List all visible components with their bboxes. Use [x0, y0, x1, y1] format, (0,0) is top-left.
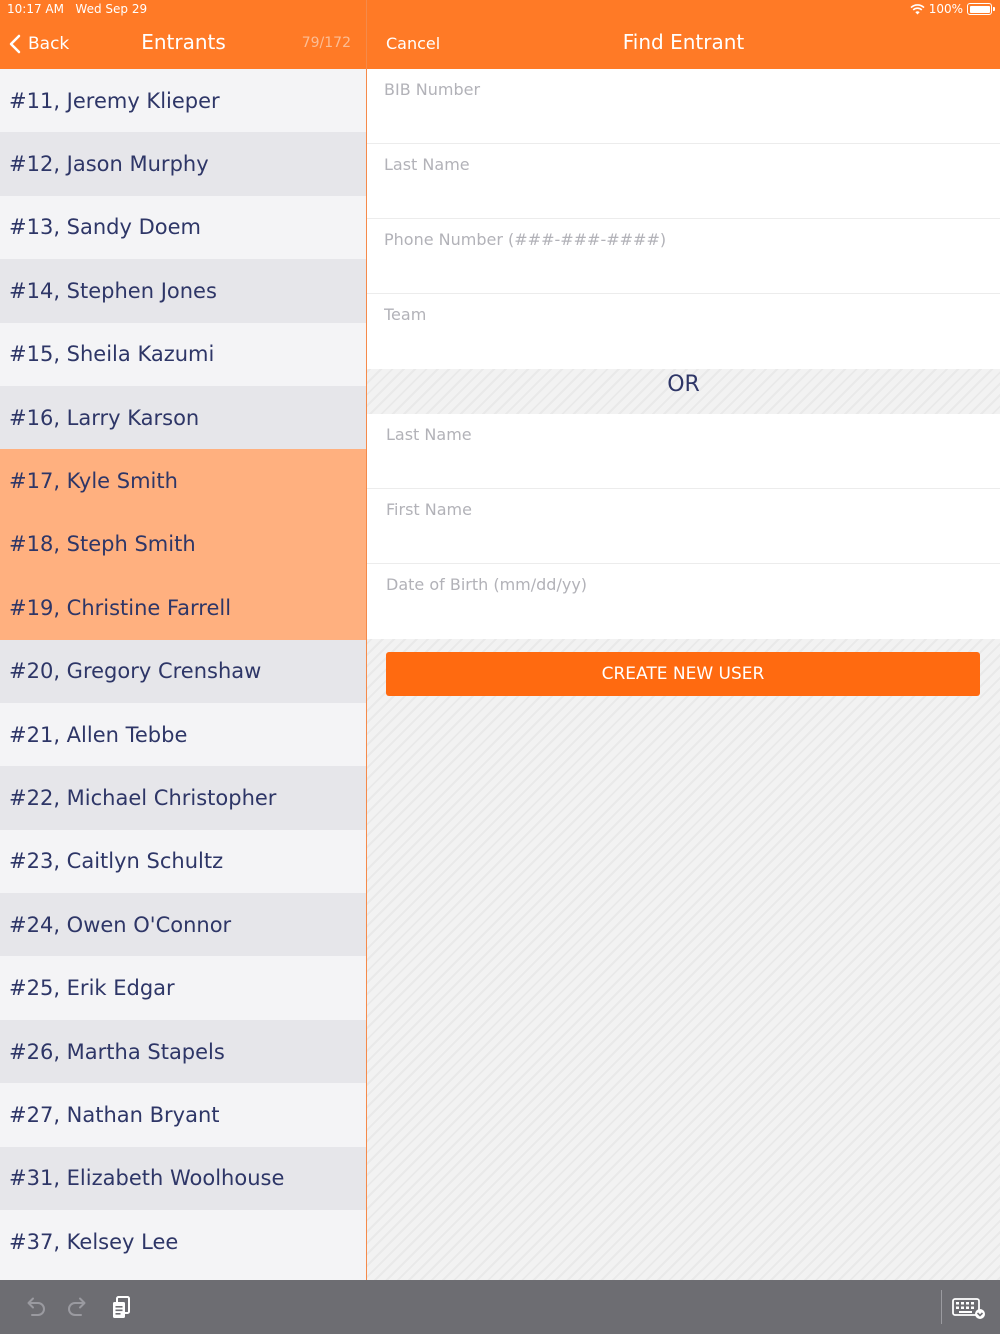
find-entrant-header: 100% Cancel Find Entrant — [367, 0, 1000, 69]
entrant-row[interactable]: #27, Nathan Bryant — [0, 1083, 366, 1147]
last-name-input[interactable] — [367, 144, 1000, 218]
entrant-row[interactable]: #23, Caitlyn Schultz — [0, 829, 366, 894]
entrant-label: #23, Caitlyn Schultz — [9, 849, 224, 874]
redo-icon[interactable] — [65, 1294, 91, 1320]
entrant-label: #13, Sandy Doem — [9, 215, 202, 240]
team-field — [367, 294, 1000, 369]
entrant-label: #12, Jason Murphy — [9, 152, 209, 177]
paste-icon[interactable] — [110, 1294, 136, 1320]
entrant-row[interactable]: #21, Allen Tebbe — [0, 702, 366, 767]
bib-number-field — [367, 69, 1000, 144]
entrant-label: #37, Kelsey Lee — [9, 1229, 179, 1254]
team-input[interactable] — [367, 294, 1000, 369]
first-name-input[interactable] — [367, 489, 1000, 563]
entrant-row[interactable]: #16, Larry Karson — [0, 385, 366, 450]
entrant-label: #19, Christine Farrell — [9, 595, 232, 620]
entrants-pane: 10:17 AM Wed Sep 29 Back Entrants 79/172… — [0, 0, 367, 1280]
entrant-label: #16, Larry Karson — [9, 405, 200, 430]
entrant-row[interactable]: #12, Jason Murphy — [0, 132, 366, 196]
entrant-row[interactable]: #20, Gregory Crenshaw — [0, 639, 366, 703]
find-entrant-title: Find Entrant — [622, 30, 745, 54]
entrant-row[interactable]: #15, Sheila Kazumi — [0, 322, 366, 386]
entrant-row[interactable]: #37, Kelsey Lee — [0, 1210, 366, 1274]
new-last-name-input[interactable] — [367, 414, 1000, 488]
entrant-label: #26, Martha Stapels — [9, 1039, 225, 1064]
entrant-row[interactable]: #25, Erik Edgar — [0, 956, 366, 1020]
date-of-birth-input[interactable] — [367, 564, 1000, 639]
entrant-label: #15, Sheila Kazumi — [9, 342, 215, 367]
status-date: Wed Sep 29 — [75, 2, 148, 16]
battery-icon — [967, 3, 995, 15]
entrant-row[interactable]: #11, Jeremy Klieper — [0, 69, 366, 133]
entrant-row[interactable]: #24, Owen O'Connor — [0, 893, 366, 957]
entrants-header: 10:17 AM Wed Sep 29 Back Entrants 79/172 — [0, 0, 366, 69]
entrant-label: #24, Owen O'Connor — [9, 912, 232, 937]
keyboard-icon[interactable] — [952, 1296, 986, 1320]
entrant-row[interactable]: #17, Kyle Smith — [0, 449, 366, 513]
wifi-icon — [910, 3, 925, 14]
entrant-label: #27, Nathan Bryant — [9, 1102, 220, 1127]
date-of-birth-field — [367, 564, 1000, 639]
undo-icon[interactable] — [22, 1294, 48, 1320]
battery-percent: 100% — [928, 2, 963, 16]
new-last-name-field — [367, 414, 1000, 489]
create-new-user-button[interactable]: CREATE NEW USER — [386, 652, 980, 696]
bib-number-input[interactable] — [367, 69, 1000, 143]
status-indicators: 100% — [910, 2, 995, 16]
entrant-label: #20, Gregory Crenshaw — [9, 659, 262, 684]
toolbar-divider — [941, 1290, 942, 1324]
entrant-list: #11, Jeremy Klieper #12, Jason Murphy #13,… — [0, 69, 366, 1274]
new-user-fields — [367, 414, 1000, 639]
entrant-label: #25, Erik Edgar — [9, 976, 175, 1001]
status-clock: 10:17 AM — [7, 2, 64, 16]
entrant-label: #14, Stephen Jones — [9, 278, 217, 303]
entrant-row[interactable]: #19, Christine Farrell — [0, 576, 366, 640]
keyboard-shortcut-bar — [0, 1280, 1000, 1334]
entrant-row[interactable]: #18, Steph Smith — [0, 512, 366, 577]
entrant-label: #11, Jeremy Klieper — [9, 88, 220, 113]
entrant-row[interactable]: #26, Martha Stapels — [0, 1019, 366, 1084]
entrant-label: #31, Elizabeth Woolhouse — [9, 1166, 285, 1191]
search-fields — [367, 69, 1000, 369]
find-entrant-pane: 100% Cancel Find Entrant OR CREATE NEW — [367, 0, 1000, 1280]
or-separator: OR — [667, 372, 700, 397]
entrant-label: #17, Kyle Smith — [9, 469, 178, 494]
entrant-label: #22, Michael Christopher — [9, 785, 277, 810]
entrant-row[interactable]: #14, Stephen Jones — [0, 259, 366, 323]
first-name-field — [367, 489, 1000, 564]
entrant-row[interactable]: #13, Sandy Doem — [0, 195, 366, 260]
entrant-row[interactable]: #31, Elizabeth Woolhouse — [0, 1146, 366, 1211]
entrant-count: 79/172 — [301, 35, 351, 51]
entrant-label: #18, Steph Smith — [9, 532, 196, 557]
status-time: 10:17 AM Wed Sep 29 — [7, 2, 147, 16]
last-name-field — [367, 144, 1000, 219]
entrant-row[interactable]: #22, Michael Christopher — [0, 766, 366, 830]
phone-number-input[interactable] — [367, 219, 1000, 293]
phone-number-field — [367, 219, 1000, 294]
entrant-label: #21, Allen Tebbe — [9, 722, 188, 747]
